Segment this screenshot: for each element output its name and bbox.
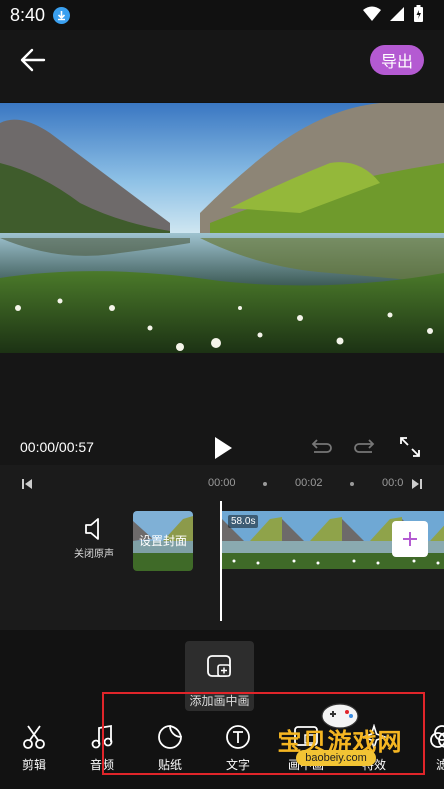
add-pip-icon xyxy=(207,655,231,677)
plus-icon xyxy=(403,532,417,546)
preview-padding xyxy=(0,353,444,433)
watermark-url: baobeiy.com xyxy=(296,750,376,766)
player-controls: 00:00/00:57 xyxy=(0,433,444,465)
add-clip-button[interactable] xyxy=(392,521,428,557)
speaker-icon xyxy=(85,518,99,540)
download-icon xyxy=(53,7,70,24)
ruler-tick: 00:02 xyxy=(295,477,323,489)
ruler-tick: 00:00 xyxy=(208,477,236,489)
play-icon[interactable] xyxy=(211,435,235,461)
signal-icon xyxy=(390,7,404,21)
top-bar: 导出 xyxy=(0,30,444,102)
jump-end-icon[interactable] xyxy=(410,477,424,491)
battery-icon xyxy=(414,5,423,22)
redo-icon[interactable] xyxy=(352,436,378,458)
cover-label: 设置封面 xyxy=(138,534,187,548)
video-preview xyxy=(0,103,444,353)
fullscreen-icon[interactable] xyxy=(398,435,422,459)
jump-start-icon[interactable] xyxy=(20,477,34,491)
playhead[interactable] xyxy=(220,501,222,621)
set-cover-button[interactable]: 设置封面 xyxy=(133,511,193,571)
wifi-icon xyxy=(363,6,381,21)
undo-icon[interactable] xyxy=(308,436,334,458)
ruler-dot xyxy=(263,482,267,486)
time-display: 00:00/00:57 xyxy=(20,439,94,455)
scissors-icon xyxy=(23,725,45,749)
status-bar: 8:40 xyxy=(0,0,444,30)
timeline[interactable]: 00:00 00:02 00:0 关闭原声 设置封面 58.0s xyxy=(0,465,444,630)
status-time: 8:40 xyxy=(10,5,46,25)
tool-cut[interactable]: 剪辑 xyxy=(9,722,59,782)
ruler-dot xyxy=(350,482,354,486)
watermark-logo: 宝贝游戏网 baobeiy.com xyxy=(266,700,414,770)
mute-label: 关闭原声 xyxy=(74,549,114,560)
ruler-tick: 00:0 xyxy=(382,477,404,489)
back-arrow-icon[interactable] xyxy=(16,45,52,75)
clip-duration: 58.0s xyxy=(228,515,259,528)
mute-original-button[interactable]: 关闭原声 xyxy=(64,517,124,567)
filter-icon xyxy=(430,725,444,748)
tool-label: 剪辑 xyxy=(21,758,46,772)
time-ruler: 00:00 00:02 00:0 xyxy=(0,473,444,495)
export-button[interactable]: 导出 xyxy=(370,45,424,75)
